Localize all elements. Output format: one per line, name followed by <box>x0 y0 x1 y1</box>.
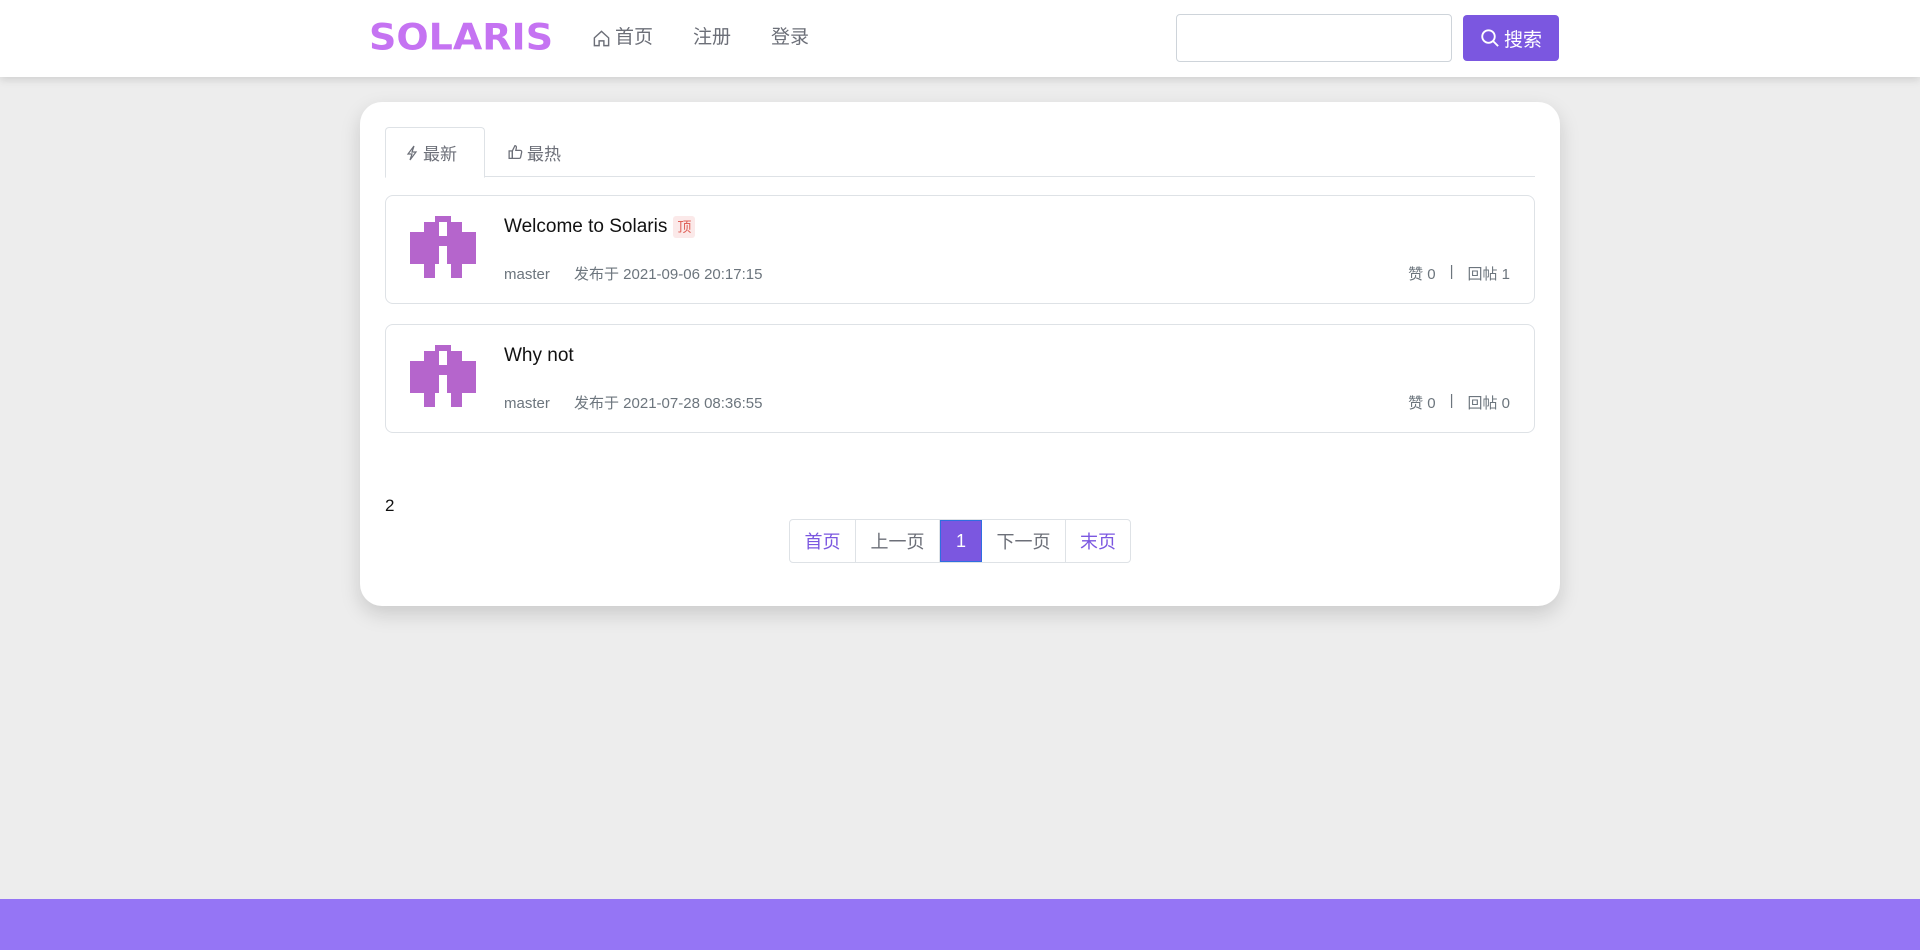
page-next[interactable]: 下一页 <box>982 520 1066 562</box>
search-button[interactable]: 搜索 <box>1463 15 1559 61</box>
nav-login-label: 登录 <box>771 27 810 48</box>
tab-hottest[interactable]: 最热 <box>489 127 579 177</box>
search-button-label: 搜索 <box>1503 29 1542 51</box>
post-title[interactable]: Why not <box>504 345 574 367</box>
post-list-card: 最新 最热 Welcome to Solaris 顶 master 发布于 20… <box>360 102 1560 606</box>
page-prev[interactable]: 上一页 <box>856 520 940 562</box>
logo[interactable]: SOLARIS <box>369 18 553 56</box>
pagination: 首页 上一页 1 下一页 末页 <box>789 519 1131 563</box>
post-title-text: Why not <box>504 345 574 366</box>
avatar[interactable] <box>410 345 476 411</box>
sort-tabs: 最新 最热 <box>385 127 1535 178</box>
avatar[interactable] <box>410 216 476 282</box>
post-replies: 回帖 0 <box>1467 395 1510 412</box>
page-first[interactable]: 首页 <box>790 520 856 562</box>
search-input[interactable] <box>1176 14 1452 62</box>
post-date: 发布于 2021-09-06 20:17:15 <box>574 266 763 283</box>
footer-bar <box>0 899 1920 950</box>
home-icon <box>593 29 610 46</box>
post-replies: 回帖 1 <box>1467 266 1510 283</box>
nav-item-login[interactable]: 登录 <box>771 22 809 54</box>
main-nav: 首页 注册 登录 <box>592 22 849 54</box>
post-item: Welcome to Solaris 顶 master 发布于 2021-09-… <box>385 195 1535 304</box>
post-item: Why not master 发布于 2021-07-28 08:36:55 赞… <box>385 324 1535 433</box>
tab-latest[interactable]: 最新 <box>385 127 485 178</box>
search-icon <box>1481 29 1499 47</box>
post-meta: master 发布于 2021-07-28 08:36:55 <box>504 392 782 413</box>
post-author: master <box>504 266 550 283</box>
post-stats: 赞 0 | 回帖 1 <box>1408 263 1510 284</box>
total-count: 2 <box>385 496 395 515</box>
lightning-icon <box>406 145 418 160</box>
stats-separator: | <box>1449 263 1454 280</box>
pinned-badge: 顶 <box>673 216 696 238</box>
post-title-text: Welcome to Solaris <box>504 216 668 237</box>
post-date: 发布于 2021-07-28 08:36:55 <box>574 395 763 412</box>
tab-hottest-label: 最热 <box>527 144 561 164</box>
page-current[interactable]: 1 <box>940 520 982 562</box>
top-navbar: SOLARIS 首页 注册 登录 搜索 <box>0 0 1920 77</box>
page-last[interactable]: 末页 <box>1066 520 1130 562</box>
post-title[interactable]: Welcome to Solaris 顶 <box>504 216 696 238</box>
post-author: master <box>504 395 550 412</box>
nav-item-register[interactable]: 注册 <box>693 22 731 54</box>
nav-home-label: 首页 <box>615 27 654 48</box>
stats-separator: | <box>1449 392 1454 409</box>
post-likes: 赞 0 <box>1408 395 1436 412</box>
nav-item-home[interactable]: 首页 <box>592 22 653 54</box>
post-meta: master 发布于 2021-09-06 20:17:15 <box>504 263 782 284</box>
post-likes: 赞 0 <box>1408 266 1436 283</box>
tab-latest-label: 最新 <box>423 145 457 164</box>
thumbs-up-icon <box>508 144 523 160</box>
nav-register-label: 注册 <box>693 27 732 48</box>
post-stats: 赞 0 | 回帖 0 <box>1408 392 1510 413</box>
